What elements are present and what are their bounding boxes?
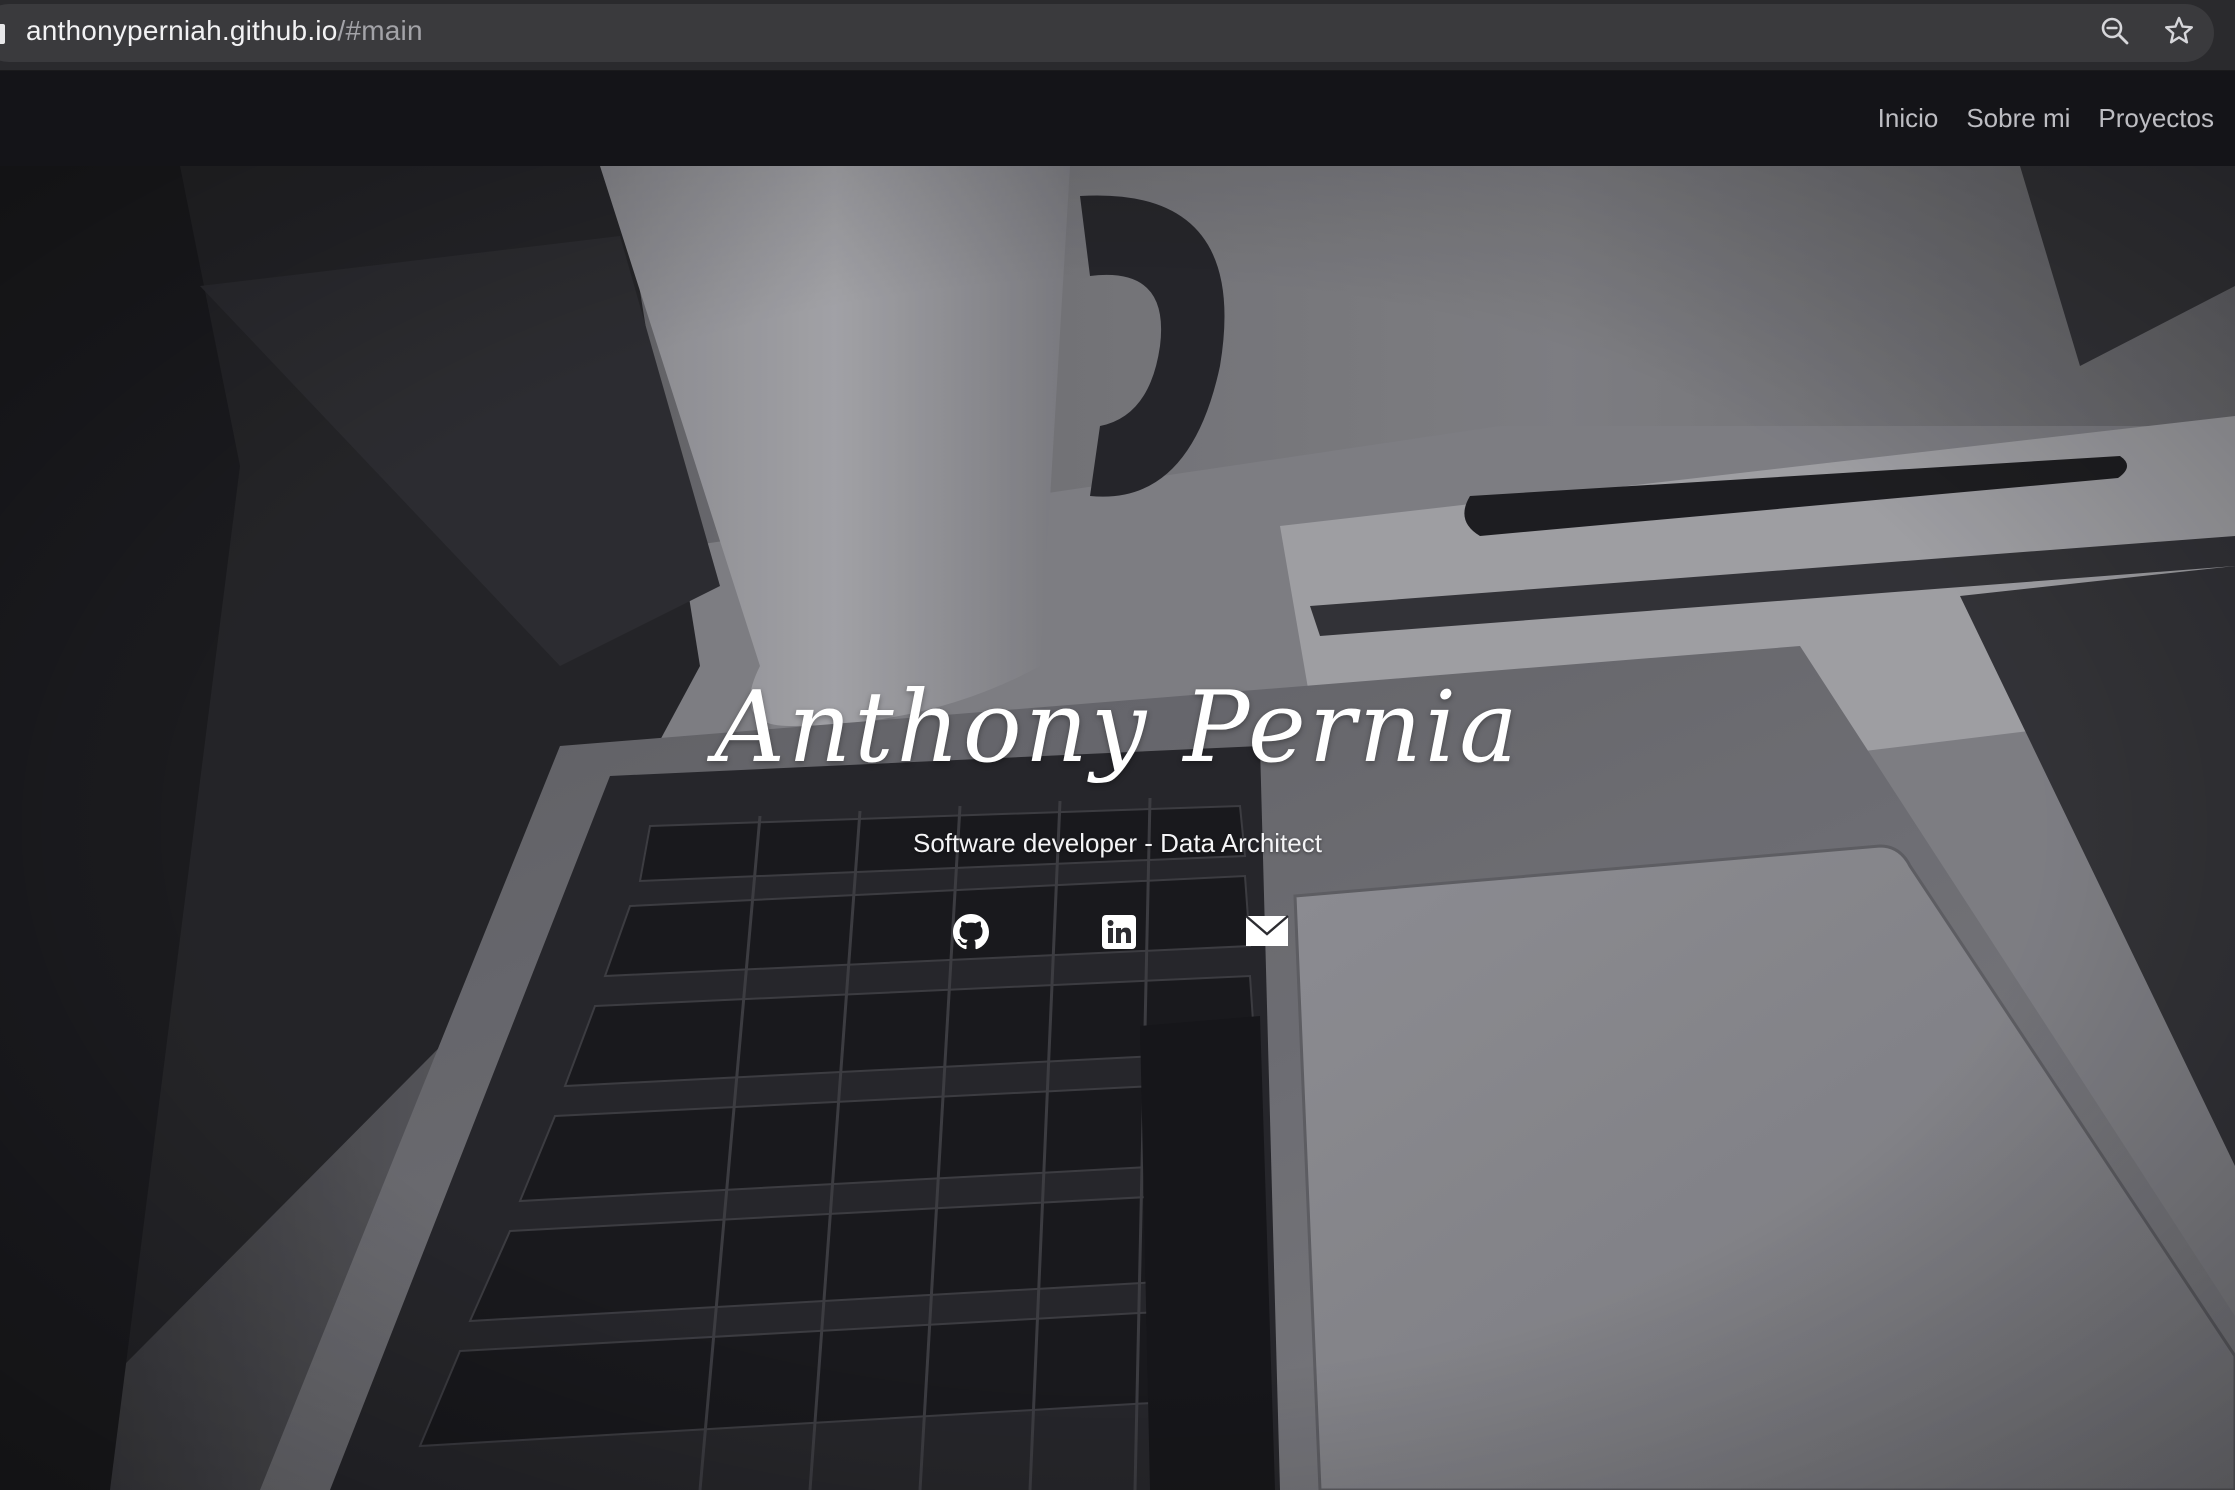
hero-section: Anthony Pernia Software developer - Data… bbox=[0, 166, 2235, 1490]
site-navbar: Inicio Sobre mi Proyectos bbox=[0, 71, 2235, 166]
bookmark-star-icon[interactable] bbox=[2162, 14, 2196, 48]
github-icon[interactable] bbox=[953, 914, 989, 950]
linkedin-icon[interactable] bbox=[1101, 914, 1137, 950]
nav-link-inicio[interactable]: Inicio bbox=[1878, 100, 1939, 136]
nav-links: Inicio Sobre mi Proyectos bbox=[1878, 100, 2214, 136]
zoom-icon[interactable] bbox=[2098, 14, 2132, 48]
url-path: /#main bbox=[337, 15, 423, 46]
hero-content: Anthony Pernia Software developer - Data… bbox=[0, 166, 2235, 1490]
hero-name: Anthony Pernia bbox=[714, 671, 1521, 785]
nav-link-proyectos[interactable]: Proyectos bbox=[2098, 100, 2214, 136]
hero-subtitle: Software developer - Data Architect bbox=[913, 828, 1322, 858]
site-info-icon[interactable] bbox=[0, 24, 5, 44]
url-host: anthonyperniah.github.io bbox=[26, 15, 338, 46]
email-icon[interactable] bbox=[1245, 914, 1289, 948]
nav-link-sobre-mi[interactable]: Sobre mi bbox=[1966, 100, 2070, 136]
browser-toolbar: anthonyperniah.github.io/#main bbox=[0, 0, 2235, 71]
url-text[interactable]: anthonyperniah.github.io/#main bbox=[26, 14, 423, 48]
